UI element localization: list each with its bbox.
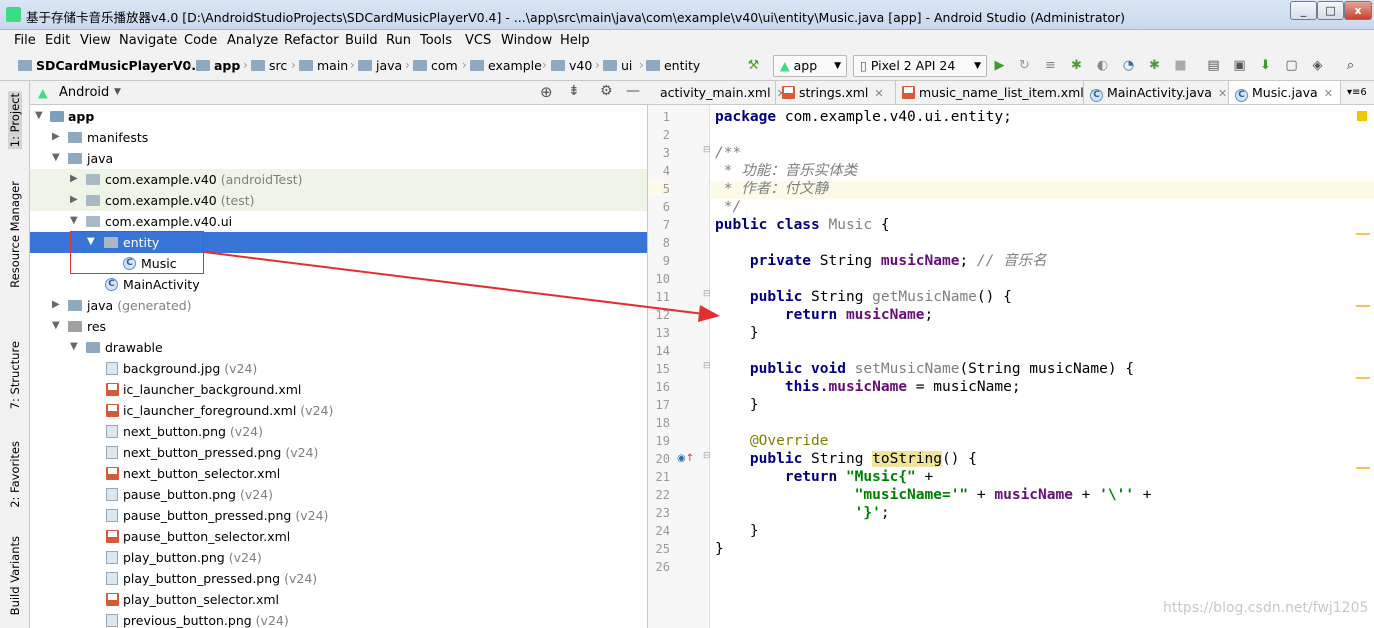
watermark: https://blog.csdn.net/fwj1205 xyxy=(1163,600,1369,616)
annotation-arrow xyxy=(203,251,720,322)
